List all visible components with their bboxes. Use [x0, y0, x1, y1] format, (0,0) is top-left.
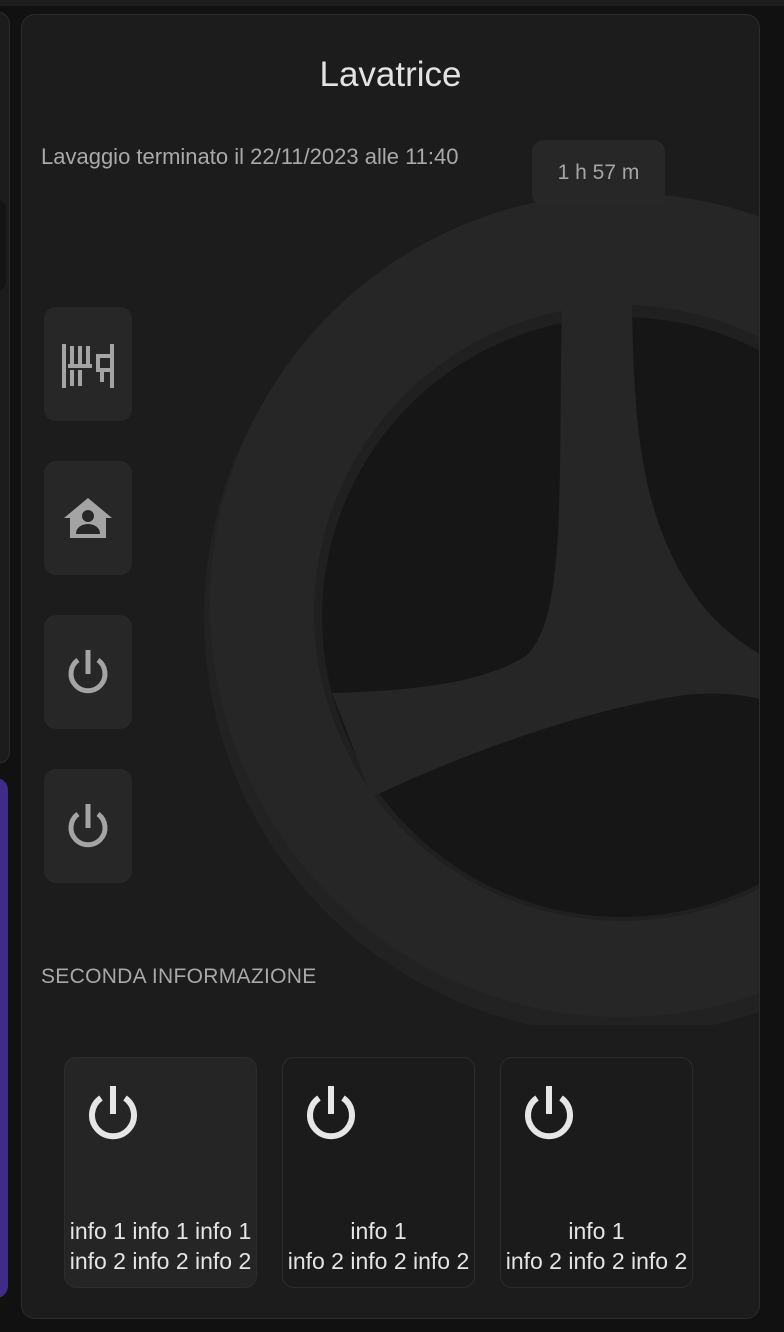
- info-tile-2[interactable]: info 1 info 2 info 2 info 2: [282, 1057, 475, 1288]
- power-icon: [525, 1086, 573, 1140]
- tile-info-line-2: info 2 info 2 info 2: [287, 1248, 470, 1274]
- tile-info-line-1: info 1: [350, 1218, 407, 1244]
- power-icon: [68, 650, 108, 694]
- power-icon: [68, 804, 108, 848]
- washing-program-icon: [62, 344, 114, 388]
- power-button-2[interactable]: [44, 769, 132, 883]
- previous-card-element: [0, 200, 6, 290]
- tile-info-line-1: info 1 info 1 info 1: [69, 1218, 252, 1244]
- time-remaining-badge: 1 h 57 m: [532, 140, 665, 206]
- previous-card-edge: [0, 12, 10, 764]
- power-button-1[interactable]: [44, 615, 132, 729]
- tile-info-line-1: info 1: [568, 1218, 625, 1244]
- info-tile-1[interactable]: info 1 info 1 info 1 info 2 info 2 info …: [64, 1057, 257, 1288]
- info-tile-3[interactable]: info 1 info 2 info 2 info 2: [500, 1057, 693, 1288]
- section-heading: SECONDA INFORMAZIONE: [41, 965, 317, 988]
- power-icon: [89, 1086, 137, 1140]
- washing-program-button[interactable]: [44, 307, 132, 421]
- power-icon: [307, 1086, 355, 1140]
- tile-info-line-2: info 2 info 2 info 2: [69, 1248, 252, 1274]
- top-bar: [0, 0, 784, 6]
- tile-info-line-2: info 2 info 2 info 2: [505, 1248, 688, 1274]
- card-title: Lavatrice: [319, 55, 462, 94]
- adjacent-card-edge: [0, 778, 8, 1298]
- wash-status-text: Lavaggio terminato il 22/11/2023 alle 11…: [41, 144, 459, 169]
- steering-wheel-graphic: [204, 193, 759, 1025]
- home-account-button[interactable]: [44, 461, 132, 575]
- washing-machine-card: Lavatrice Lavaggio terminato il 22/11/20…: [21, 14, 760, 1319]
- home-account-icon: [64, 498, 112, 538]
